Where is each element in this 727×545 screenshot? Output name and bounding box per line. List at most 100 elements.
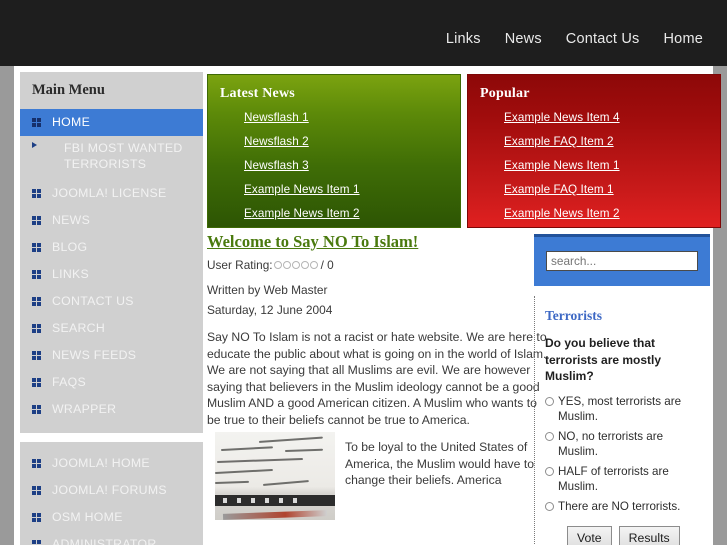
poll-question: Do you believe that terrorists are mostl… <box>545 336 662 383</box>
sidebar-divider <box>20 433 203 442</box>
sidebar-item-home[interactable]: HOME <box>20 109 203 136</box>
latest-news-panel: Latest News Newsflash 1 Newsflash 2 News… <box>207 74 461 228</box>
sidebar-item-news[interactable]: NEWS <box>20 207 203 234</box>
sidebar-item-contact-us[interactable]: CONTACT US <box>20 288 203 315</box>
poll-option-label: HALF of terrorists are Muslim. <box>558 464 669 493</box>
main-menu-title: Main Menu <box>32 82 105 98</box>
radio-icon[interactable] <box>545 501 554 511</box>
sidebar-item-links[interactable]: LINKS <box>20 261 203 288</box>
results-button[interactable]: Results <box>618 525 680 545</box>
sidebar-item-administrator[interactable]: ADMINISTRATOR <box>20 531 203 545</box>
sidebar-item-label: LINKS <box>52 267 90 281</box>
pen-shape <box>222 510 328 520</box>
content-area: Latest News Newsflash 1 Newsflash 2 News… <box>203 72 721 545</box>
radio-icon[interactable] <box>545 396 554 406</box>
poll-option-label: NO, no terrorists are Muslim. <box>558 429 664 458</box>
popular-link-4[interactable]: Example FAQ Item 1 <box>480 183 614 196</box>
article-body: Welcome to Say NO To Islam! User Rating:… <box>207 233 547 524</box>
handwritten-note-photo <box>215 432 335 520</box>
top-navigation: Links News Contact Us Home <box>446 31 703 47</box>
latest-news-link-4[interactable]: Example News Item 1 <box>220 183 360 196</box>
sidebar-item-joomla-forums[interactable]: JOOMLA! FORUMS <box>20 477 203 504</box>
poll-option-none[interactable]: There are NO terrorists. <box>545 499 704 514</box>
poll-actions: Vote Results <box>567 525 704 545</box>
latest-news-list: Newsflash 1 Newsflash 2 Newsflash 3 Exam… <box>220 108 460 222</box>
sidebar-item-joomla-license[interactable]: JOOMLA! LICENSE <box>20 180 203 207</box>
popular-link-3[interactable]: Example News Item 1 <box>480 159 620 172</box>
film-strip <box>215 495 335 506</box>
list-item: Newsflash 3 <box>220 156 460 174</box>
sidebar-item-label: JOOMLA! LICENSE <box>52 186 167 200</box>
latest-news-link-2[interactable]: Newsflash 2 <box>220 135 309 148</box>
sidebar-item-label: NEWS <box>52 213 91 227</box>
search-input[interactable] <box>546 251 698 271</box>
poll-option-label: There are NO terrorists. <box>558 499 681 513</box>
sidebar-item-search[interactable]: SEARCH <box>20 315 203 342</box>
user-rating-value: / 0 <box>320 257 334 272</box>
left-sidebar: Main Menu HOME FBI MOST WANTED TERRORIST… <box>20 72 203 545</box>
sidebar-item-label: CONTACT US <box>52 294 134 308</box>
sidebar-item-label: FAQS <box>52 375 87 389</box>
user-rating-label: User Rating: <box>207 257 273 272</box>
poll-module: Terrorists Do you believe that terrorist… <box>534 296 710 545</box>
grid-bullet-icon <box>32 189 41 198</box>
poll-title: Terrorists <box>545 308 602 323</box>
grid-bullet-icon <box>32 118 41 127</box>
sidebar-item-label: OSM HOME <box>52 510 123 524</box>
sidebar-item-joomla-home[interactable]: JOOMLA! HOME <box>20 450 203 477</box>
page-root: Links News Contact Us Home Main Menu HOM… <box>0 0 727 545</box>
search-module <box>534 234 710 286</box>
right-sidebar: Terrorists Do you believe that terrorist… <box>534 234 710 545</box>
popular-link-5[interactable]: Example News Item 2 <box>480 207 620 220</box>
star-rating-icon[interactable] <box>273 260 318 269</box>
grid-bullet-icon <box>32 540 41 545</box>
user-rating: User Rating: / 0 <box>207 257 547 274</box>
nav-link-links[interactable]: Links <box>446 31 481 47</box>
grid-bullet-icon <box>32 378 41 387</box>
grid-bullet-icon <box>32 459 41 468</box>
sidebar-item-label: WRAPPER <box>52 402 117 416</box>
main-menu-module: Main Menu HOME FBI MOST WANTED TERRORIST… <box>20 72 203 433</box>
sidebar-item-blog[interactable]: BLOG <box>20 234 203 261</box>
list-item: Example FAQ Item 1 <box>480 180 720 198</box>
popular-link-2[interactable]: Example FAQ Item 2 <box>480 135 614 148</box>
popular-list: Example News Item 4 Example FAQ Item 2 E… <box>480 108 720 222</box>
nav-link-news[interactable]: News <box>505 31 542 47</box>
radio-icon[interactable] <box>545 431 554 441</box>
list-item: Example News Item 2 <box>220 204 460 222</box>
popular-title: Popular <box>480 86 530 101</box>
arrow-bullet-icon <box>32 142 37 148</box>
latest-news-link-5[interactable]: Example News Item 2 <box>220 207 360 220</box>
latest-news-title: Latest News <box>220 86 295 101</box>
sidebar-item-label: JOOMLA! FORUMS <box>52 483 167 497</box>
list-item: Example News Item 1 <box>220 180 460 198</box>
poll-option-no[interactable]: NO, no terrorists are Muslim. <box>545 429 704 459</box>
grid-bullet-icon <box>32 513 41 522</box>
resources-menu-module: JOOMLA! HOME JOOMLA! FORUMS OSM HOME ADM… <box>20 442 203 545</box>
sidebar-item-label: HOME <box>52 115 91 129</box>
poll-option-half[interactable]: HALF of terrorists are Muslim. <box>545 464 704 494</box>
sidebar-item-fbi-most-wanted-terrorists[interactable]: FBI MOST WANTED TERRORISTS <box>20 136 203 180</box>
latest-news-link-1[interactable]: Newsflash 1 <box>220 111 309 124</box>
latest-news-link-3[interactable]: Newsflash 3 <box>220 159 309 172</box>
sidebar-item-osm-home[interactable]: OSM HOME <box>20 504 203 531</box>
radio-icon[interactable] <box>545 466 554 476</box>
vote-button[interactable]: Vote <box>567 525 612 545</box>
sidebar-item-news-feeds[interactable]: NEWS FEEDS <box>20 342 203 369</box>
site-header: Links News Contact Us Home <box>0 0 727 66</box>
nav-link-home[interactable]: Home <box>664 31 703 47</box>
sidebar-item-label: ADMINISTRATOR <box>52 537 157 545</box>
list-item: Example News Item 4 <box>480 108 720 126</box>
article-date: Saturday, 12 June 2004 <box>207 302 333 317</box>
popular-link-1[interactable]: Example News Item 4 <box>480 111 620 124</box>
page-title[interactable]: Welcome to Say NO To Islam! <box>207 233 547 251</box>
sidebar-item-faqs[interactable]: FAQS <box>20 369 203 396</box>
nav-link-contact-us[interactable]: Contact Us <box>566 31 640 47</box>
grid-bullet-icon <box>32 324 41 333</box>
popular-panel: Popular Example News Item 4 Example FAQ … <box>467 74 721 228</box>
sidebar-item-label: SEARCH <box>52 321 106 335</box>
grid-bullet-icon <box>32 216 41 225</box>
sidebar-item-wrapper[interactable]: WRAPPER <box>20 396 203 423</box>
list-item: Newsflash 2 <box>220 132 460 150</box>
poll-option-yes[interactable]: YES, most terrorists are Muslim. <box>545 394 704 424</box>
